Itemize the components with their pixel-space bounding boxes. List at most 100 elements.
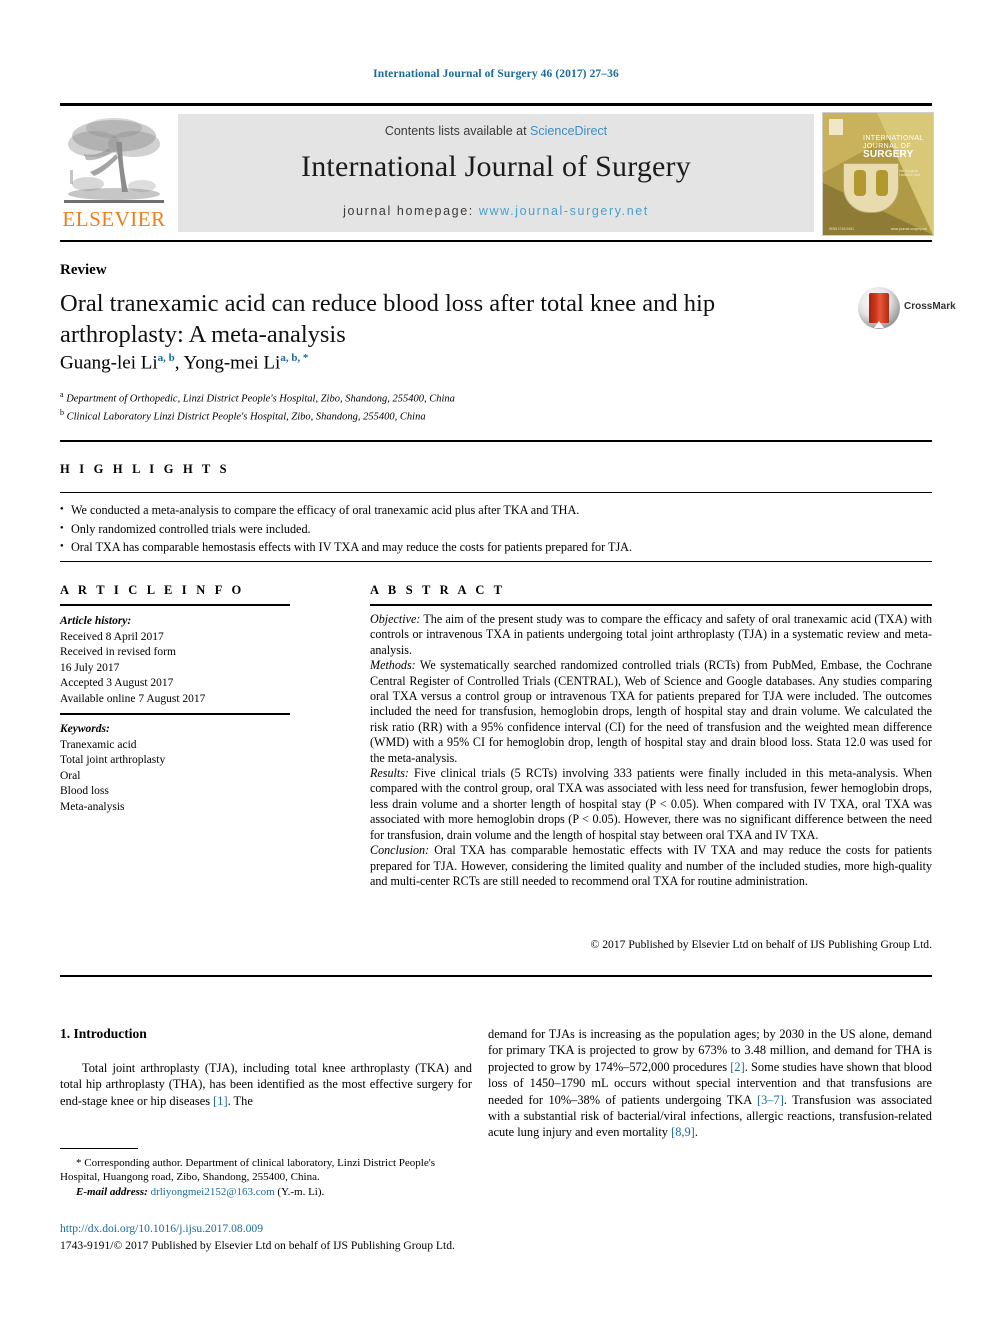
abstract-objective-label: Objective: bbox=[370, 612, 421, 626]
abstract-conclusion: Conclusion: Oral TXA has comparable hemo… bbox=[370, 843, 932, 889]
highlight-item: Only randomized controlled trials were i… bbox=[60, 519, 932, 539]
abstract-objective-text: The aim of the present study was to comp… bbox=[370, 612, 932, 657]
abstract-objective: Objective: The aim of the present study … bbox=[370, 612, 932, 658]
article-type-kicker: Review bbox=[60, 262, 107, 278]
highlights-rule-mid bbox=[60, 492, 932, 493]
cover-footer: ISSN 1743-9191 www.journal-surgery.net bbox=[829, 227, 927, 231]
citation-ref-1[interactable]: [1] bbox=[213, 1094, 227, 1108]
article-info-rule-top bbox=[60, 604, 290, 606]
abstract-conclusion-text: Oral TXA has comparable hemostatic effec… bbox=[370, 843, 932, 888]
article-history-item: Accepted 3 August 2017 bbox=[60, 677, 174, 689]
article-history-item: Available online 7 August 2017 bbox=[60, 692, 206, 705]
article-history-item: 16 July 2017 bbox=[60, 661, 120, 674]
keywords-rule-top bbox=[60, 713, 290, 715]
abstract-rule-top bbox=[370, 604, 932, 606]
shield-figure-right bbox=[876, 170, 888, 196]
abstract-heading: A B S T R A C T bbox=[370, 583, 506, 597]
keywords-block: Keywords: Tranexamic acid Total joint ar… bbox=[60, 722, 290, 815]
keyword-item: Oral bbox=[60, 769, 81, 782]
abstract-conclusion-label: Conclusion: bbox=[370, 843, 430, 858]
elsevier-tree-icon bbox=[64, 118, 164, 203]
masthead-band: Contents lists available at ScienceDirec… bbox=[178, 114, 814, 232]
citation-ref-3[interactable]: [3–7] bbox=[757, 1093, 784, 1107]
keyword-item: Blood loss bbox=[60, 785, 109, 797]
email-link[interactable]: drliyongmei2152@163.com bbox=[151, 1186, 275, 1198]
abstract-results-label: Results: bbox=[370, 766, 409, 781]
body-column-right: demand for TJAs is increasing as the pop… bbox=[488, 1026, 932, 1141]
affiliation-list: a Department of Orthopedic, Linzi Distri… bbox=[60, 388, 455, 424]
article-info-heading: A R T I C L E I N F O bbox=[60, 583, 245, 597]
affiliation-a: a Department of Orthopedic, Linzi Distri… bbox=[60, 388, 455, 406]
abstract-methods: Methods: We systematically searched rand… bbox=[370, 658, 932, 766]
contents-lists-line: Contents lists available at ScienceDirec… bbox=[178, 124, 814, 138]
abstract-methods-text: We systematically searched randomized co… bbox=[370, 658, 932, 765]
cover-title: INTERNATIONAL JOURNAL OF SURGERY bbox=[863, 135, 929, 160]
cover-issn: ISSN 1743-9191 bbox=[829, 227, 855, 231]
highlight-item: We conducted a meta-analysis to compare … bbox=[60, 500, 932, 520]
cover-title-line3: SURGERY bbox=[863, 149, 914, 160]
journal-homepage-line: journal homepage: www.journal-surgery.ne… bbox=[178, 204, 814, 218]
author-list: Guang-lei Lia, b, Yong-mei Lia, b, * bbox=[60, 352, 309, 374]
highlights-rule-top bbox=[60, 440, 932, 442]
crossmark-book-shape bbox=[869, 293, 889, 323]
article-history-item: Received in revised form bbox=[60, 646, 176, 658]
affiliation-mark-a: a bbox=[60, 390, 64, 399]
homepage-link[interactable]: www.journal-surgery.net bbox=[479, 204, 649, 218]
crossmark-label: CrossMark bbox=[904, 301, 956, 312]
homepage-prefix: journal homepage: bbox=[343, 204, 479, 218]
author-marks-1: a, b bbox=[157, 352, 175, 364]
affiliation-b: b Clinical Laboratory Linzi District Peo… bbox=[60, 406, 455, 424]
journal-masthead: ELSEVIER Contents lists available at Sci… bbox=[60, 110, 934, 236]
intro-paragraph-left: Total joint arthroplasty (TJA), includin… bbox=[60, 1060, 472, 1109]
email-label: E-mail address: bbox=[76, 1185, 148, 1198]
author-marks-2: a, b, * bbox=[280, 352, 309, 364]
author-name-1: Guang-lei Li bbox=[60, 352, 158, 374]
cover-shield-emblem bbox=[843, 163, 899, 213]
affiliation-text-b: Clinical Laboratory Linzi District Peopl… bbox=[66, 411, 426, 423]
body-column-left: Total joint arthroplasty (TJA), includin… bbox=[60, 1060, 472, 1109]
sciencedirect-link[interactable]: ScienceDirect bbox=[530, 124, 607, 138]
affiliation-text-a: Department of Orthopedic, Linzi District… bbox=[66, 393, 455, 405]
elsevier-wordmark: ELSEVIER bbox=[62, 207, 166, 231]
contents-prefix: Contents lists available at bbox=[384, 124, 531, 138]
cover-elsevier-mark bbox=[829, 119, 843, 135]
intro-text-a: Total joint arthroplasty (TJA), includin… bbox=[60, 1061, 472, 1108]
shield-figure-left bbox=[854, 170, 866, 196]
masthead-rule-bottom bbox=[60, 240, 932, 242]
keyword-item: Meta-analysis bbox=[60, 800, 125, 813]
keyword-item: Tranexamic acid bbox=[60, 738, 137, 751]
keyword-item: Total joint arthroplasty bbox=[60, 754, 166, 766]
corresponding-author-text: Corresponding author. Department of clin… bbox=[60, 1157, 435, 1184]
citation-ref-2[interactable]: [2] bbox=[730, 1060, 744, 1074]
journal-cover-thumbnail: INTERNATIONAL JOURNAL OF SURGERY The Off… bbox=[822, 112, 934, 236]
cover-url: www.journal-surgery.net bbox=[890, 227, 927, 231]
highlights-heading: H I G H L I G H T S bbox=[60, 462, 230, 476]
abstract-results: Results: Five clinical trials (5 RCTs) i… bbox=[370, 766, 932, 843]
highlight-item: Oral TXA has comparable hemostasis effec… bbox=[60, 537, 932, 557]
article-history: Article history: Received 8 April 2017 R… bbox=[60, 614, 290, 707]
abstract-body: Objective: The aim of the present study … bbox=[370, 612, 932, 889]
citation-ref-4[interactable]: [8,9] bbox=[671, 1125, 695, 1139]
email-line: E-mail address: drliyongmei2152@163.com … bbox=[60, 1185, 472, 1199]
footnote-divider bbox=[60, 1148, 138, 1149]
abstract-rule-bottom bbox=[60, 975, 932, 977]
abstract-results-text: Five clinical trials (5 RCTs) involving … bbox=[370, 766, 932, 842]
crossmark-badge[interactable]: CrossMark bbox=[858, 287, 956, 331]
intro-text-b: . The bbox=[227, 1093, 253, 1108]
highlights-rule-bottom bbox=[60, 561, 932, 562]
abstract-methods-label: Methods: bbox=[370, 658, 416, 673]
cover-title-line1: INTERNATIONAL bbox=[863, 135, 924, 142]
intro-right-d: . bbox=[694, 1125, 698, 1140]
abstract-copyright: © 2017 Published by Elsevier Ltd on beha… bbox=[590, 938, 932, 951]
doi-link[interactable]: http://dx.doi.org/10.1016/j.ijsu.2017.08… bbox=[60, 1222, 263, 1235]
page-title: Oral tranexamic acid can reduce blood lo… bbox=[60, 290, 716, 348]
affiliation-mark-b: b bbox=[60, 408, 64, 417]
crossmark-notch-shape bbox=[874, 321, 884, 328]
elsevier-logo: ELSEVIER bbox=[60, 114, 168, 234]
corresponding-author-note: * Corresponding author. Department of cl… bbox=[60, 1156, 472, 1185]
author-name-2: Yong-mei Li bbox=[183, 352, 281, 374]
footnote-block: * Corresponding author. Department of cl… bbox=[60, 1156, 472, 1199]
article-history-label: Article history: bbox=[60, 615, 132, 627]
masthead-rule-top bbox=[60, 103, 932, 106]
email-owner: (Y.-m. Li). bbox=[274, 1185, 325, 1198]
